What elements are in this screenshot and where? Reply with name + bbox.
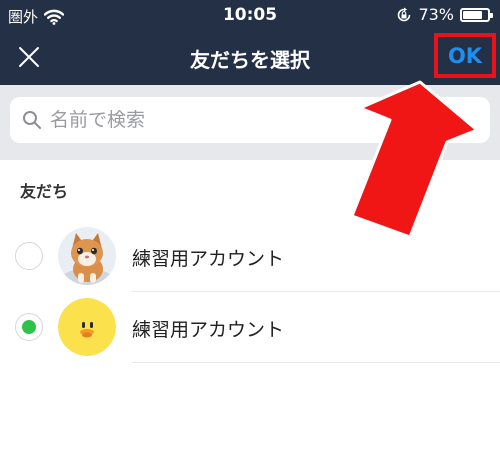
friend-radio[interactable]: [15, 242, 43, 270]
rotation-lock-icon: [398, 7, 411, 21]
nav-bar: 友だちを選択 OK: [0, 30, 500, 85]
friend-name: 練習用アカウント: [132, 319, 285, 341]
search-icon: [23, 111, 41, 129]
avatar-chick: [58, 298, 116, 356]
ok-button[interactable]: OK: [434, 33, 496, 78]
search-box[interactable]: [10, 97, 490, 143]
page-title: 友だちを選択: [190, 48, 310, 72]
friend-name: 練習用アカウント: [132, 248, 285, 270]
battery-icon: [460, 7, 493, 22]
status-bar: 圏外 10:05 73%: [0, 0, 500, 30]
close-icon: [19, 47, 39, 67]
friend-row[interactable]: 練習用アカウント: [0, 291, 500, 363]
section-header-friends: 友だち: [20, 182, 69, 201]
app-header: 圏外 10:05 73% 友だちを選択 OK: [0, 0, 500, 85]
status-right: 73%: [396, 5, 493, 24]
row-divider: [132, 362, 500, 363]
search-input[interactable]: [50, 109, 470, 131]
friend-row[interactable]: 練習用アカウント: [0, 220, 500, 292]
close-button[interactable]: [14, 42, 44, 72]
friend-radio-checked[interactable]: [15, 313, 43, 341]
battery-percent: 73%: [418, 5, 454, 24]
avatar-kitten: [58, 227, 116, 285]
battery-level: [463, 10, 482, 19]
search-area: [0, 85, 500, 160]
